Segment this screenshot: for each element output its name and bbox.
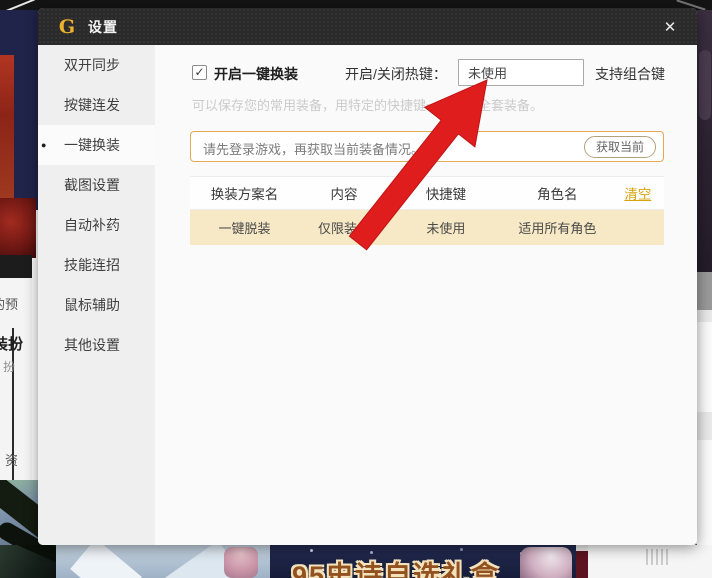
combo-support-note: 支持组合键 [595,66,665,82]
login-notice-text: 请先登录游戏，再获取当前装备情况。 [203,142,425,157]
clear-link-label[interactable]: 清空 [624,187,651,202]
background-right-band [697,272,712,310]
sidebar-item-label: 其他设置 [64,337,120,353]
mountain-shape [70,545,142,578]
enable-checkbox[interactable]: ✓ [192,65,207,80]
settings-dialog: G 设置 ✕ 双开同步 按键连发 ● 一键换装 截图设置 自动补药 技能连招 鼠… [38,8,697,545]
outfit-plan-table: 换装方案名 内容 快捷键 角色名 清空 一键脱装 仅限装备 未使用 适用所有角色 [190,176,664,245]
sidebar-item-label: 一键换装 [64,137,120,153]
background-block [697,322,712,412]
decorative-sparkle [310,549,313,552]
sidebar-item-other-settings[interactable]: 其他设置 [38,325,155,365]
sidebar-item-dual-open-sync[interactable]: 双开同步 [38,45,155,85]
enable-row: ✓ 开启一键换装 开启/关闭热键： 支持组合键 [155,45,697,89]
background-text-fragment: 装扮 [0,336,24,353]
sidebar-item-mouse-assist[interactable]: 鼠标辅助 [38,285,155,325]
column-header-plan-name: 换装方案名 [210,187,279,202]
background-left-image [0,198,36,258]
background-right-panel [697,310,712,440]
sidebar-item-label: 按键连发 [64,97,120,113]
sidebar-item-skill-combo[interactable]: 技能连招 [38,245,155,285]
settings-content: ✓ 开启一键换装 开启/关闭热键： 支持组合键 可以保存您的常用装备，用特定的快… [155,45,697,545]
background-page-strip: 的预 装扮 扮 资 [0,278,32,484]
active-bullet-icon: ● [41,140,47,150]
clear-link[interactable]: 清空 [612,183,664,203]
sidebar-item-label: 自动补药 [64,217,120,233]
settings-sidebar: 双开同步 按键连发 ● 一键换装 截图设置 自动补药 技能连招 鼠标辅助 其他设… [38,45,155,545]
sidebar-item-label: 技能连招 [64,257,120,273]
background-text-fragment: 资 [5,453,19,468]
sidebar-item-label: 鼠标辅助 [64,297,120,313]
feature-description: 可以保存您的常用装备，用特定的快捷键一键更换全套装备。 [192,98,544,113]
hotkey-input[interactable] [458,59,584,86]
cell-plan-name: 一键脱装 [218,221,271,236]
background-highlight [699,50,711,120]
column-header-content: 内容 [330,187,358,202]
background-red-edge [576,551,588,578]
sidebar-item-screenshot-settings[interactable]: 截图设置 [38,165,155,205]
sidebar-item-label: 截图设置 [64,177,120,193]
background-bottom-right [588,545,712,578]
table-header-row: 换装方案名 内容 快捷键 角色名 清空 [190,176,664,210]
background-text-fragment: 的预 [0,297,19,312]
background-gray-fragment [646,549,668,565]
screen: 的预 装扮 扮 资 TV 公 送 95史诗自选礼盒 [0,0,712,578]
table-row[interactable]: 一键脱装 仅限装备 未使用 适用所有角色 [190,210,664,245]
sidebar-item-label: 双开同步 [64,57,120,73]
dialog-title-bar: G 设置 ✕ [38,8,697,45]
character-shape [224,547,258,578]
sidebar-item-key-repeat[interactable]: 按键连发 [38,85,155,125]
column-header-hotkey: 快捷键 [425,187,467,202]
background-left-image [0,55,14,205]
promo-banner-text: 95史诗自选礼盒 [292,561,501,578]
cell-role: 适用所有角色 [518,221,597,236]
cell-content: 仅限装备 [318,221,371,236]
hotkey-field-label: 开启/关闭热键： [345,66,447,82]
close-icon[interactable]: ✕ [659,16,681,38]
sidebar-item-auto-potion[interactable]: 自动补药 [38,205,155,245]
background-branch-image [0,545,76,578]
background-game-scene [56,545,272,578]
background-bottom-banner-row: 95史诗自选礼盒 [0,545,712,578]
background-right-image [697,10,712,272]
sidebar-item-one-click-outfit[interactable]: ● 一键换装 [38,125,155,165]
character-shape [520,547,572,578]
cell-hotkey: 未使用 [426,221,466,236]
column-header-role-name: 角色名 [537,187,578,202]
fetch-current-button[interactable]: 获取当前 [583,136,656,158]
enable-checkbox-label[interactable]: 开启一键换装 [214,64,298,84]
background-promo-banner: 95史诗自选礼盒 [270,545,576,578]
dialog-title: 设置 [88,18,118,35]
login-notice-box: 请先登录游戏，再获取当前装备情况。 获取当前 [190,131,664,162]
background-text-fragment: 扮 [3,360,16,374]
app-logo-icon: G [58,15,76,38]
